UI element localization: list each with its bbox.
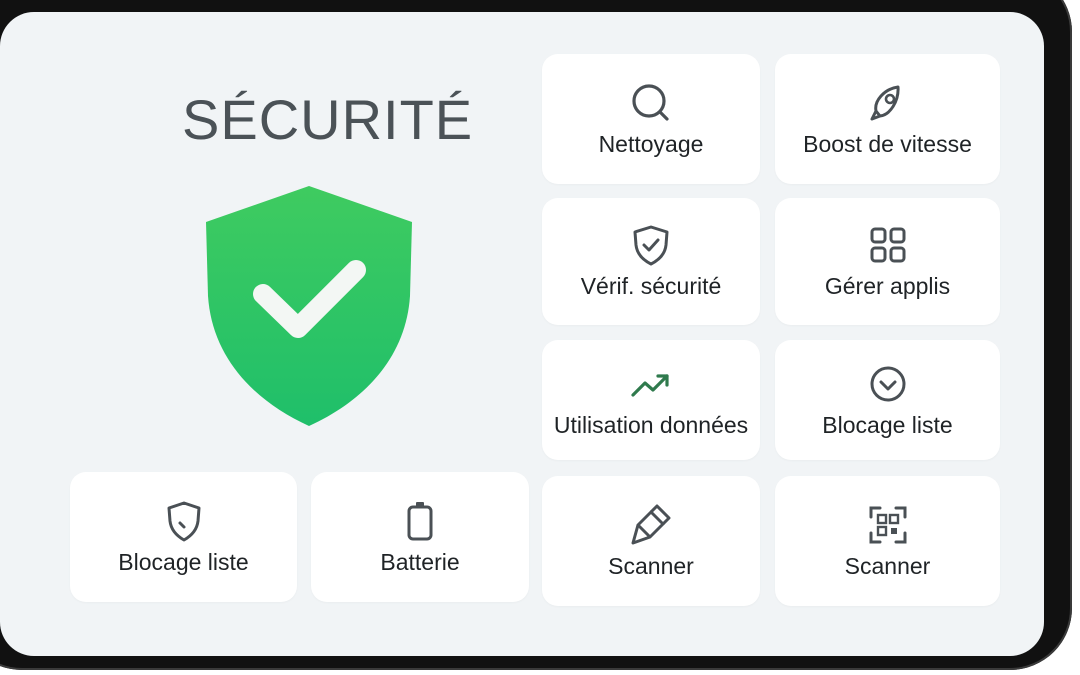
- tile-label: Blocage liste: [822, 411, 953, 438]
- tile-boost[interactable]: Boost de vitesse: [775, 54, 1000, 184]
- tile-blocage-liste[interactable]: Blocage liste: [775, 340, 1000, 460]
- rocket-icon: [866, 81, 910, 125]
- magnifier-icon: [629, 81, 673, 125]
- circle-check-icon: [866, 362, 910, 406]
- battery-icon: [398, 499, 442, 543]
- tile-label: Scanner: [844, 552, 931, 579]
- tile-nettoyage[interactable]: Nettoyage: [542, 54, 760, 184]
- shield-icon: [162, 499, 206, 543]
- tile-label: Nettoyage: [598, 130, 704, 157]
- tile-label: Blocage liste: [118, 548, 249, 575]
- tile-label: Gérer applis: [824, 273, 951, 299]
- tile-batterie[interactable]: Batterie: [311, 472, 529, 602]
- shield-check-icon: [206, 186, 412, 426]
- tile-verif-securite[interactable]: Vérif. sécurité: [542, 198, 760, 325]
- tile-scanner[interactable]: Scanner: [542, 476, 760, 606]
- tile-utilisation-donnees[interactable]: Utilisation données: [542, 340, 760, 460]
- tile-label: Vérif. sécurité: [580, 273, 722, 299]
- tile-label: Scanner: [608, 552, 694, 579]
- page-title: SÉCURITÉ: [182, 88, 474, 151]
- grid-icon: [866, 223, 910, 267]
- trend-up-icon: [629, 362, 673, 406]
- tile-blocage-liste-2[interactable]: Blocage liste: [70, 472, 297, 602]
- tile-scanner-qr[interactable]: Scanner: [775, 476, 1000, 606]
- flashlight-icon: [629, 503, 673, 547]
- qr-scan-icon: [866, 503, 910, 547]
- tile-label: Utilisation données: [553, 411, 749, 438]
- tile-gerer-applis[interactable]: Gérer applis: [775, 198, 1000, 325]
- tile-label: Batterie: [380, 548, 460, 575]
- shield-check-icon: [629, 223, 673, 267]
- tile-label: Boost de vitesse: [803, 130, 972, 157]
